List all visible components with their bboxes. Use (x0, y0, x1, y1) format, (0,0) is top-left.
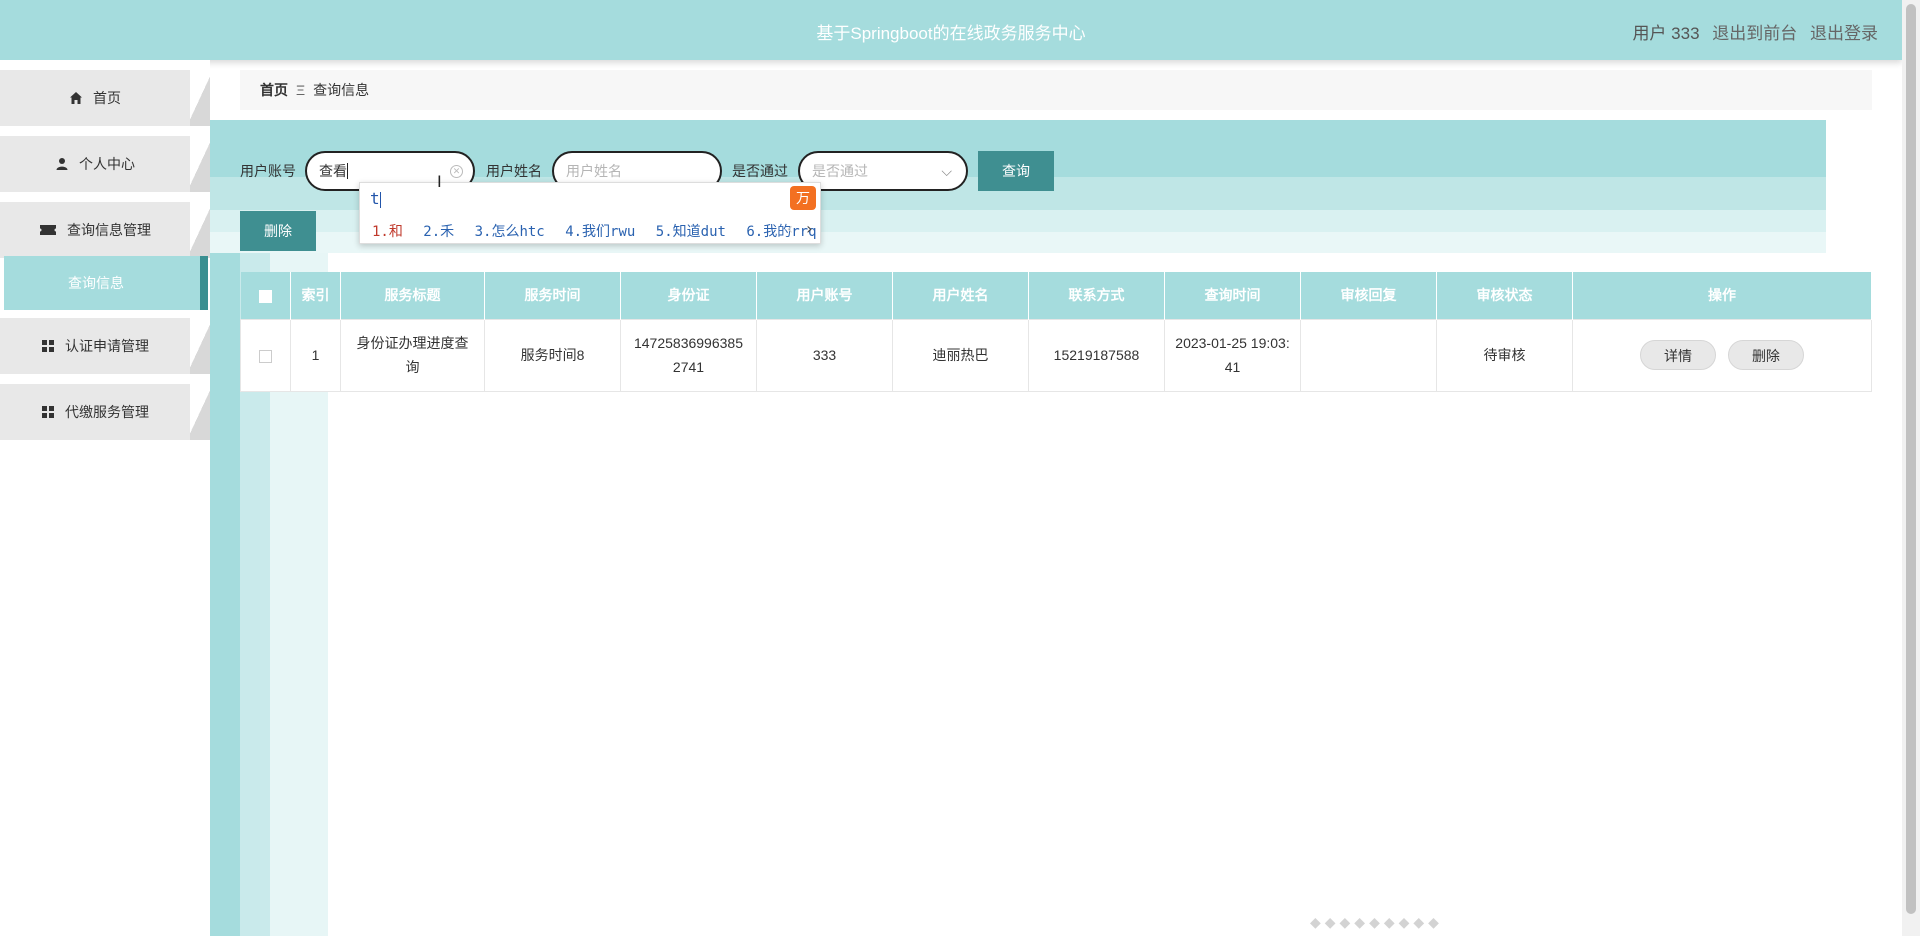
grid-icon (42, 406, 54, 418)
name-input-placeholder: 用户姓名 (566, 163, 622, 179)
column-header: 服务时间 (484, 272, 621, 319)
sidebar-item-label: 代缴服务管理 (65, 404, 149, 420)
cell-service-time: 服务时间8 (484, 318, 621, 392)
ime-candidate[interactable]: 5.知道dut (656, 224, 726, 240)
top-header: 基于Springboot的在线政务服务中心 用户 333 退出到前台 退出登录 (0, 0, 1902, 60)
tab-edge (190, 318, 210, 374)
ime-composition-text: t (370, 189, 380, 208)
cell-phone: 15219187588 (1028, 318, 1165, 392)
user-icon (56, 158, 68, 170)
chevron-right-icon[interactable]: › (804, 219, 814, 238)
breadcrumb-home[interactable]: 首页 (260, 80, 288, 100)
column-header: 审核回复 (1300, 272, 1437, 319)
sidebar-item-query-management[interactable]: 查询信息管理 (0, 202, 210, 258)
query-info-table: 索引 服务标题 服务时间 身份证 用户账号 用户姓名 联系方式 查询时间 审核回… (240, 272, 1872, 392)
cell-index: 1 (290, 318, 341, 392)
tab-edge (190, 202, 210, 258)
column-header: 索引 (290, 272, 341, 319)
current-user: 用户 333 (1632, 24, 1700, 43)
breadcrumb-current: 查询信息 (313, 82, 370, 98)
chevron-left-icon[interactable]: ‹ (785, 219, 795, 238)
cell-actions: 详情 删除 (1572, 318, 1872, 392)
column-header: 操作 (1572, 272, 1872, 319)
text-caret (347, 163, 348, 179)
row-delete-button[interactable]: 删除 (1727, 340, 1804, 370)
user-area: 用户 333 退出到前台 退出登录 (1624, 19, 1878, 44)
ime-caret (379, 191, 381, 208)
select-all-header[interactable] (240, 272, 291, 319)
logout-link[interactable]: 退出登录 (1810, 24, 1878, 43)
column-header: 用户账号 (756, 272, 893, 319)
cell-name: 迪丽热巴 (892, 318, 1029, 392)
ime-composition: t (370, 189, 381, 208)
cell-status: 待审核 (1436, 318, 1573, 392)
sidebar-item-label: 认证申请管理 (65, 338, 149, 354)
name-label: 用户姓名 (486, 163, 542, 179)
ime-candidate[interactable]: 2.禾 (423, 224, 454, 240)
sidebar-item-profile[interactable]: 个人中心 (0, 136, 210, 192)
row-select-cell[interactable] (240, 318, 291, 392)
home-icon (70, 92, 82, 104)
ime-candidates: 1.和 2.禾 3.怎么htc 4.我们rwu 5.知道dut 6.我的rrq (372, 221, 829, 241)
column-header: 服务标题 (340, 272, 485, 319)
pass-select[interactable]: 是否通过 ⌵ (798, 151, 968, 191)
cell-account: 333 (756, 318, 893, 392)
sidebar-subitem-query-info[interactable]: 查询信息 (4, 256, 208, 310)
sidebar-subitem-label: 查询信息 (68, 275, 124, 291)
ime-candidate[interactable]: 1.和 (372, 224, 403, 240)
row-checkbox[interactable] (259, 349, 272, 363)
grid-icon (42, 340, 54, 352)
ime-toolbar: ◆◆◆◆◆◆◆◆◆ (1310, 914, 1443, 931)
ime-logo: 万 (790, 186, 816, 210)
ime-candidate[interactable]: 4.我们rwu (565, 224, 635, 240)
detail-button[interactable]: 详情 (1640, 340, 1717, 370)
cell-id-card: 147258369963852741 (620, 318, 757, 392)
cell-title: 身份证办理进度查询 (340, 318, 485, 392)
account-label: 用户账号 (240, 163, 296, 179)
ime-candidate-popup: t 万 1.和 2.禾 3.怎么htc 4.我们rwu 5.知道dut 6.我的… (359, 182, 821, 244)
table-header-row: 索引 服务标题 服务时间 身份证 用户账号 用户姓名 联系方式 查询时间 审核回… (240, 272, 1872, 319)
ime-toolbar-icons: ◆◆◆◆◆◆◆◆◆ (1310, 914, 1443, 930)
pass-label: 是否通过 (732, 163, 788, 179)
sidebar-item-label: 个人中心 (79, 156, 135, 172)
app-title: 基于Springboot的在线政务服务中心 (816, 24, 1086, 43)
column-header: 审核状态 (1436, 272, 1573, 319)
sidebar-item-label: 查询信息管理 (67, 222, 151, 238)
breadcrumb: 首页 Ξ 查询信息 (240, 70, 1872, 110)
ticket-icon (40, 225, 56, 235)
text-cursor-icon: I (437, 172, 442, 191)
column-header: 身份证 (620, 272, 757, 319)
delete-selected-button[interactable]: 删除 (240, 211, 316, 251)
query-button[interactable]: 查询 (978, 151, 1054, 191)
select-all-checkbox[interactable] (258, 290, 272, 304)
column-header: 用户姓名 (892, 272, 1029, 319)
pass-select-placeholder: 是否通过 (812, 163, 868, 179)
ime-page-nav: ‹ › (785, 219, 814, 238)
cell-reply (1300, 318, 1437, 392)
clear-icon[interactable]: ✕ (450, 165, 463, 178)
account-input-value: 查看 (319, 163, 347, 179)
table-row: 1 身份证办理进度查询 服务时间8 147258369963852741 333… (240, 318, 1872, 392)
sidebar-item-certification[interactable]: 认证申请管理 (0, 318, 210, 374)
tab-edge (190, 136, 210, 192)
tab-edge (190, 384, 210, 440)
column-header: 查询时间 (1164, 272, 1301, 319)
tab-edge (190, 70, 210, 126)
page-scrollbar[interactable] (1902, 0, 1920, 936)
column-header: 联系方式 (1028, 272, 1165, 319)
chevron-down-icon: ⌵ (941, 163, 952, 179)
ime-candidate[interactable]: 3.怎么htc (475, 224, 545, 240)
scrollbar-thumb[interactable] (1906, 4, 1916, 914)
breadcrumb-separator: Ξ (296, 82, 306, 98)
back-to-front-link[interactable]: 退出到前台 (1712, 24, 1797, 43)
sidebar-item-payment-service[interactable]: 代缴服务管理 (0, 384, 210, 440)
sidebar-item-label: 首页 (93, 90, 121, 106)
cell-query-time: 2023-01-25 19:03:41 (1164, 318, 1301, 392)
sidebar-item-home[interactable]: 首页 (0, 70, 210, 126)
